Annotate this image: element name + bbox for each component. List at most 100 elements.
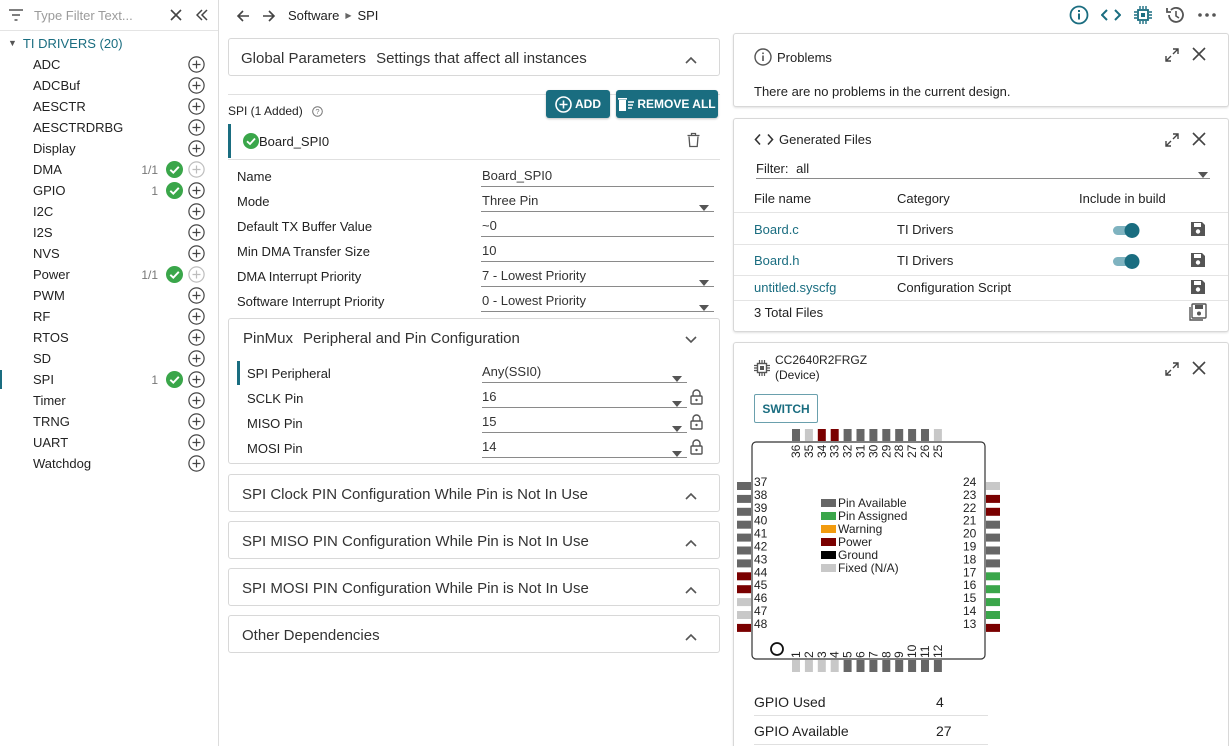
close-icon[interactable]: [1192, 361, 1206, 380]
chevron-up-icon[interactable]: [685, 487, 697, 504]
trash-icon[interactable]: [687, 132, 700, 151]
group-ti-drivers[interactable]: ▼ TI DRIVERS (20): [0, 32, 218, 54]
add-module-icon[interactable]: [188, 350, 205, 370]
lock-icon[interactable]: [690, 439, 703, 458]
breadcrumb-root[interactable]: Software: [288, 8, 339, 23]
field-input[interactable]: ~0: [481, 218, 714, 237]
field-input[interactable]: Board_SPI0: [481, 168, 714, 187]
include-toggle[interactable]: [1112, 253, 1142, 272]
add-module-icon[interactable]: [188, 329, 205, 349]
field-select[interactable]: Three Pin: [481, 193, 714, 212]
chevron-up-icon[interactable]: [685, 581, 697, 598]
sidebar-item-display[interactable]: Display: [0, 138, 218, 159]
sidebar-item-uart[interactable]: UART: [0, 432, 218, 453]
sidebar-item-sd[interactable]: SD: [0, 348, 218, 369]
add-module-icon[interactable]: [188, 119, 205, 139]
add-module-icon[interactable]: [188, 203, 205, 223]
add-module-icon[interactable]: [188, 392, 205, 412]
chip-icon[interactable]: [1127, 4, 1159, 26]
history-icon[interactable]: [1159, 4, 1191, 26]
include-toggle[interactable]: [1112, 222, 1142, 241]
field-select[interactable]: 0 - Lowest Priority: [481, 293, 714, 312]
back-arrow-icon[interactable]: [232, 5, 254, 27]
file-name-link[interactable]: Board.h: [754, 253, 800, 268]
lock-icon[interactable]: [690, 414, 703, 433]
sidebar-item-trng[interactable]: TRNG: [0, 411, 218, 432]
collapse-sidebar-icon[interactable]: [192, 5, 212, 25]
more-icon[interactable]: [1191, 4, 1223, 26]
add-module-icon[interactable]: [188, 140, 205, 160]
expand-icon[interactable]: [1164, 361, 1180, 380]
add-module-icon[interactable]: [188, 455, 205, 475]
chevron-down-icon[interactable]: [685, 331, 697, 348]
expand-icon[interactable]: [1164, 132, 1180, 151]
add-module-icon[interactable]: [188, 371, 205, 391]
save-all-icon[interactable]: [1189, 303, 1207, 324]
add-module-icon[interactable]: [188, 266, 205, 286]
lock-icon[interactable]: [690, 389, 703, 408]
forward-arrow-icon[interactable]: [258, 5, 280, 27]
add-module-icon[interactable]: [188, 182, 205, 202]
collapsed-section[interactable]: SPI MISO PIN Configuration While Pin is …: [228, 521, 720, 559]
sidebar-item-adcbuf[interactable]: ADCBuf: [0, 75, 218, 96]
code-icon[interactable]: [1095, 4, 1127, 26]
collapsed-section[interactable]: SPI Clock PIN Configuration While Pin is…: [228, 474, 720, 512]
sidebar-item-adc[interactable]: ADC: [0, 54, 218, 75]
add-module-icon[interactable]: [188, 161, 205, 181]
add-module-icon[interactable]: [188, 77, 205, 97]
save-icon[interactable]: [1190, 252, 1206, 271]
sidebar-item-nvs[interactable]: NVS: [0, 243, 218, 264]
add-module-icon[interactable]: [188, 413, 205, 433]
close-icon[interactable]: [1192, 47, 1206, 66]
chevron-up-icon[interactable]: [685, 534, 697, 551]
file-name-link[interactable]: Board.c: [754, 222, 799, 237]
file-name-link[interactable]: untitled.syscfg: [754, 280, 836, 295]
collapsed-section[interactable]: SPI MOSI PIN Configuration While Pin is …: [228, 568, 720, 606]
global-parameters-card[interactable]: Global Parameters Settings that affect a…: [228, 38, 720, 76]
sidebar-item-rtos[interactable]: RTOS: [0, 327, 218, 348]
save-icon[interactable]: [1190, 221, 1206, 240]
sidebar-item-timer[interactable]: Timer: [0, 390, 218, 411]
sidebar-item-power[interactable]: Power 1/1: [0, 264, 218, 285]
field-input[interactable]: 10: [481, 243, 714, 262]
collapsed-section[interactable]: Other Dependencies: [228, 615, 720, 653]
filter-select[interactable]: Filter: all: [756, 161, 1210, 179]
add-module-icon[interactable]: [188, 98, 205, 118]
pinmux-select[interactable]: 16: [482, 389, 687, 408]
sidebar-item-i2s[interactable]: I2S: [0, 222, 218, 243]
sidebar-item-spi[interactable]: SPI 1: [0, 369, 218, 390]
remove-all-button[interactable]: REMOVE ALL: [616, 90, 718, 118]
sidebar-item-aesctr[interactable]: AESCTR: [0, 96, 218, 117]
sidebar-item-i2c[interactable]: I2C: [0, 201, 218, 222]
instance-board-spi0[interactable]: Board_SPI0: [228, 124, 720, 160]
add-module-icon[interactable]: [188, 287, 205, 307]
pinmux-header[interactable]: PinMux Peripheral and Pin Configuration: [229, 319, 719, 357]
sidebar-item-gpio[interactable]: GPIO 1: [0, 180, 218, 201]
chevron-up-icon[interactable]: [685, 51, 697, 68]
info-icon[interactable]: [1063, 4, 1095, 26]
clear-filter-icon[interactable]: [166, 5, 186, 25]
pinmux-select[interactable]: Any(SSI0): [482, 364, 687, 383]
add-module-icon[interactable]: [188, 224, 205, 244]
add-module-icon[interactable]: [188, 245, 205, 265]
save-icon[interactable]: [1190, 279, 1206, 298]
pinmux-select[interactable]: 15: [482, 414, 687, 433]
field-select[interactable]: 7 - Lowest Priority: [481, 268, 714, 287]
close-icon[interactable]: [1192, 132, 1206, 151]
help-icon[interactable]: ?: [312, 105, 323, 120]
add-button[interactable]: ADD: [546, 90, 610, 118]
add-module-icon[interactable]: [188, 56, 205, 76]
sidebar-item-rf[interactable]: RF: [0, 306, 218, 327]
sidebar-item-dma[interactable]: DMA 1/1: [0, 159, 218, 180]
filter-icon[interactable]: [6, 5, 26, 25]
sidebar-item-pwm[interactable]: PWM: [0, 285, 218, 306]
expand-icon[interactable]: [1164, 47, 1180, 66]
switch-device-button[interactable]: SWITCH: [754, 394, 818, 423]
pinmux-select[interactable]: 14: [482, 439, 687, 458]
sidebar-item-aesctrdrbg[interactable]: AESCTRDRBG: [0, 117, 218, 138]
add-module-icon[interactable]: [188, 308, 205, 328]
filter-input[interactable]: [34, 7, 164, 23]
chevron-up-icon[interactable]: [685, 628, 697, 645]
sidebar-item-watchdog[interactable]: Watchdog: [0, 453, 218, 474]
add-module-icon[interactable]: [188, 434, 205, 454]
